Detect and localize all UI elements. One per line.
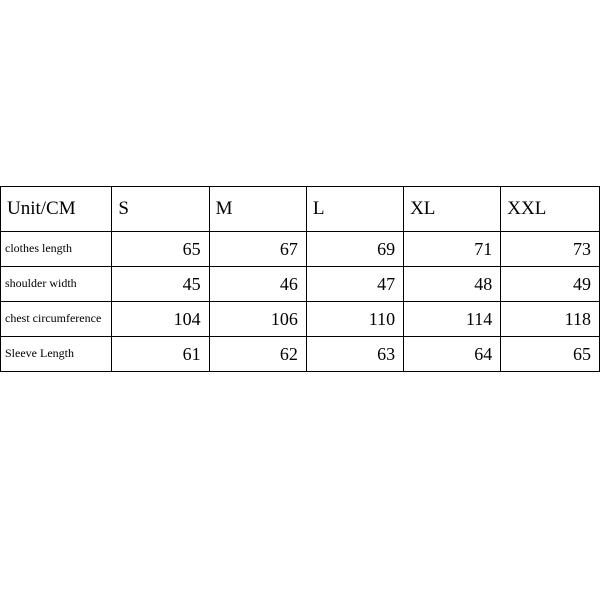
table-row: clothes length 65 67 69 71 73 <box>1 232 600 267</box>
row-label: Sleeve Length <box>1 337 112 372</box>
cell-value: 45 <box>112 267 209 302</box>
cell-value: 73 <box>501 232 600 267</box>
cell-value: 104 <box>112 302 209 337</box>
cell-value: 118 <box>501 302 600 337</box>
size-chart-table: Unit/CM S M L XL XXL clothes length 65 6… <box>0 186 600 372</box>
cell-value: 65 <box>112 232 209 267</box>
cell-value: 64 <box>404 337 501 372</box>
cell-value: 65 <box>501 337 600 372</box>
size-header-xl: XL <box>404 187 501 232</box>
row-label: clothes length <box>1 232 112 267</box>
cell-value: 114 <box>404 302 501 337</box>
row-label: chest circumference <box>1 302 112 337</box>
header-row: Unit/CM S M L XL XXL <box>1 187 600 232</box>
cell-value: 61 <box>112 337 209 372</box>
cell-value: 110 <box>306 302 403 337</box>
cell-value: 47 <box>306 267 403 302</box>
size-header-l: L <box>306 187 403 232</box>
cell-value: 106 <box>209 302 306 337</box>
cell-value: 71 <box>404 232 501 267</box>
row-label: shoulder width <box>1 267 112 302</box>
cell-value: 67 <box>209 232 306 267</box>
size-header-xxl: XXL <box>501 187 600 232</box>
cell-value: 46 <box>209 267 306 302</box>
table-row: shoulder width 45 46 47 48 49 <box>1 267 600 302</box>
size-header-s: S <box>112 187 209 232</box>
cell-value: 49 <box>501 267 600 302</box>
cell-value: 69 <box>306 232 403 267</box>
table-row: chest circumference 104 106 110 114 118 <box>1 302 600 337</box>
table-row: Sleeve Length 61 62 63 64 65 <box>1 337 600 372</box>
cell-value: 48 <box>404 267 501 302</box>
cell-value: 63 <box>306 337 403 372</box>
unit-header: Unit/CM <box>1 187 112 232</box>
cell-value: 62 <box>209 337 306 372</box>
size-header-m: M <box>209 187 306 232</box>
